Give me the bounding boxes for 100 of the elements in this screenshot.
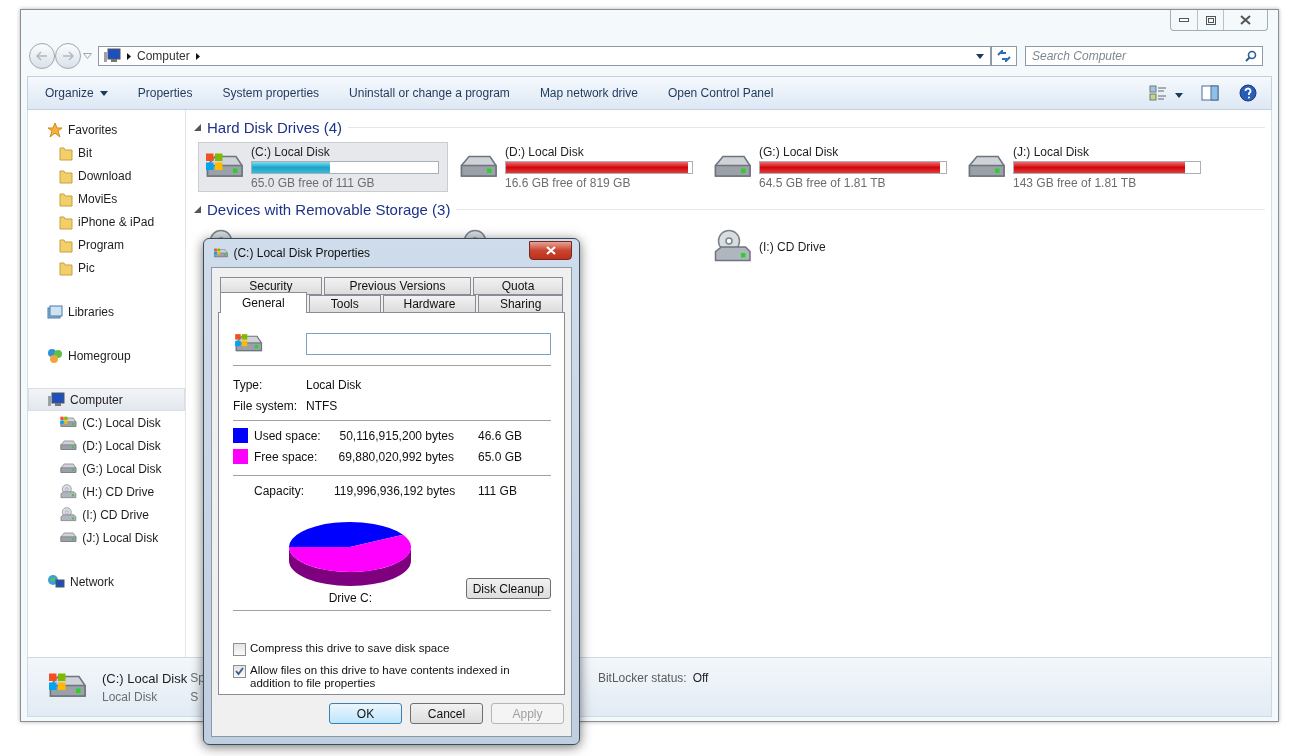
search-field[interactable]: Search Computer <box>1025 46 1263 66</box>
search-icon <box>1245 50 1257 62</box>
minimize-icon <box>1179 17 1189 23</box>
sidebar-item[interactable]: (D:) Local Disk <box>28 434 185 457</box>
folder-icon <box>59 213 73 230</box>
dialog-tab[interactable]: Previous Versions <box>323 277 472 295</box>
sidebar-item[interactable]: Computer <box>28 388 185 411</box>
toolbar-button[interactable]: Map network drive <box>539 86 638 100</box>
sidebar-item[interactable]: (G:) Local Disk <box>28 457 185 480</box>
help-button[interactable] <box>1239 84 1257 102</box>
view-button[interactable] <box>1149 85 1183 101</box>
sidebar-item[interactable]: Download <box>28 164 185 187</box>
close-icon <box>1240 15 1251 25</box>
star-icon <box>47 121 63 138</box>
cd-drive-icon <box>59 483 78 500</box>
item-type: Local Disk <box>102 689 158 704</box>
folder-icon <box>59 259 73 276</box>
sidebar-item[interactable]: iPhone & iPad <box>28 210 185 233</box>
size-value: 46.6 GB <box>478 428 524 443</box>
sidebar-item[interactable]: Bit <box>28 141 185 164</box>
sidebar-item[interactable]: (H:) CD Drive <box>28 480 185 503</box>
help-icon <box>1239 84 1257 102</box>
sidebar-item[interactable]: (J:) Local Disk <box>28 526 185 549</box>
toolbar-button[interactable]: Open Control Panel <box>667 86 774 100</box>
dialog-title: (C:) Local Disk Properties <box>233 246 371 260</box>
caret-icon <box>1175 92 1183 98</box>
collapse-icon[interactable] <box>194 205 201 213</box>
property-label: File system: <box>233 398 298 413</box>
toolbar-button[interactable]: System properties <box>222 86 320 100</box>
network-icon <box>47 573 65 590</box>
folder-icon <box>59 167 73 184</box>
folder-icon <box>59 236 73 253</box>
sidebar-item[interactable]: Favorites <box>28 118 185 141</box>
computer-icon <box>103 48 121 64</box>
drive-name: (I:) CD Drive <box>759 240 826 254</box>
disk-cleanup-button[interactable]: Disk Cleanup <box>465 578 551 599</box>
toolbar-button[interactable]: Uninstall or change a program <box>349 86 510 100</box>
sidebar-item[interactable]: MoviEs <box>28 187 185 210</box>
system-drive-icon <box>213 247 229 259</box>
free-space-text: 64.5 GB free of 1.81 TB <box>759 175 887 190</box>
dialog-tab[interactable]: Sharing <box>478 295 563 313</box>
sidebar-item[interactable]: Program <box>28 233 185 256</box>
collapse-icon[interactable] <box>194 123 201 131</box>
folder-icon <box>59 190 73 207</box>
detail-label: S <box>190 689 199 704</box>
sidebar-item[interactable]: Network <box>28 570 185 593</box>
drive-icon <box>59 462 78 475</box>
sidebar-item[interactable]: (C:) Local Disk <box>28 411 185 434</box>
breadcrumb-arrow-icon <box>195 52 200 60</box>
toolbar-button[interactable]: Properties <box>137 86 193 100</box>
toolbar-button[interactable]: Organize <box>45 86 108 100</box>
sidebar-item[interactable]: (I:) CD Drive <box>28 503 185 526</box>
group-header: Hard Disk Drives (4) <box>207 118 342 136</box>
property-value: Local Disk <box>306 377 363 392</box>
bytes-value: 69,880,020,992 bytes <box>337 449 454 464</box>
forward-arrow-icon <box>62 51 74 61</box>
refresh-icon <box>997 50 1011 62</box>
detail-label: BitLocker status: <box>597 671 687 685</box>
dialog-tab[interactable]: General <box>220 292 307 313</box>
restore-icon <box>1205 15 1216 25</box>
checkbox[interactable] <box>233 643 246 656</box>
dialog-tab[interactable]: Tools <box>308 295 381 313</box>
drive-tile[interactable]: (C:) Local Disk 65.0 GB free of 111 GB <box>198 142 448 192</box>
free-space-text: 143 GB free of 1.81 TB <box>1013 175 1138 190</box>
size-value: 111 GB <box>478 483 518 498</box>
dropdown-icon <box>976 53 984 59</box>
dialog-tab[interactable]: Security <box>220 277 322 295</box>
dialog-button[interactable]: OK <box>329 703 402 724</box>
folder-icon <box>59 144 73 161</box>
dialog-tab[interactable]: Quota <box>473 277 563 295</box>
preview-pane-button[interactable] <box>1201 85 1219 101</box>
breadcrumb[interactable]: Computer <box>137 49 190 63</box>
free-space-text: 16.6 GB free of 819 GB <box>505 175 632 190</box>
drive-icon <box>59 531 78 544</box>
cd-drive-icon <box>59 506 78 523</box>
option-label: Allow files on this drive to have contents indexed in addition to file properties <box>250 664 511 690</box>
system-drive-icon <box>59 416 78 429</box>
size-value: 65.0 GB <box>478 449 524 464</box>
dialog-tab[interactable]: Hardware <box>382 295 477 313</box>
item-name: (C:) Local Disk <box>102 670 188 686</box>
chart-caption: Drive C: <box>328 591 372 605</box>
dialog-button[interactable]: Cancel <box>410 703 483 724</box>
capacity-label: Capacity: <box>254 483 306 498</box>
sidebar-item[interactable]: Homegroup <box>28 344 185 367</box>
volume-name-field[interactable] <box>305 333 551 355</box>
checkbox[interactable] <box>233 665 246 678</box>
caret-icon <box>99 90 108 96</box>
bytes-value: 119,996,936,192 bytes <box>334 483 454 498</box>
property-label: Type: <box>233 377 264 392</box>
sidebar-item[interactable]: Pic <box>28 256 185 279</box>
sidebar-item[interactable]: Libraries <box>28 300 185 323</box>
space-label: Used space: <box>254 428 322 443</box>
property-value: NTFS <box>306 398 339 413</box>
preview-pane-icon <box>1201 85 1219 101</box>
close-button[interactable] <box>529 240 572 260</box>
address-bar[interactable]: Computer <box>98 46 991 66</box>
drive-icon <box>59 439 78 452</box>
group-header: Devices with Removable Storage (3) <box>207 200 451 218</box>
refresh-button[interactable] <box>991 46 1017 66</box>
free-space-text: 65.0 GB free of 111 GB <box>251 175 376 190</box>
